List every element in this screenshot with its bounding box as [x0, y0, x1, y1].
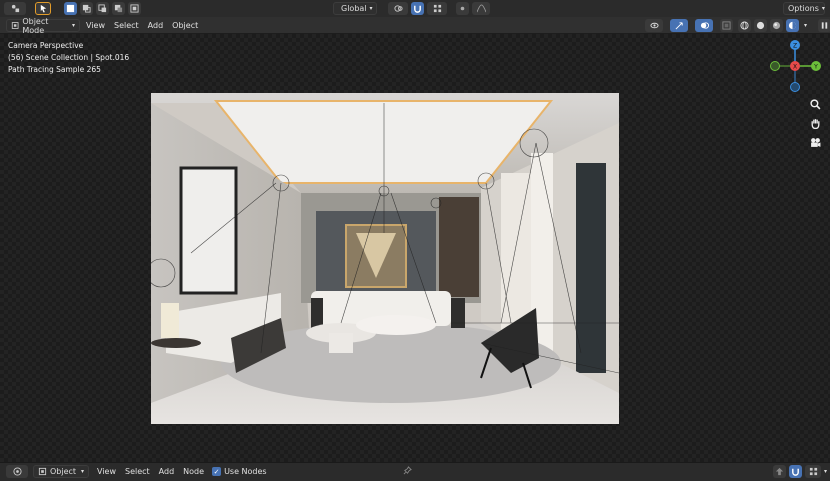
- chevron-down-icon: ▾: [80, 468, 84, 475]
- svg-text:X: X: [793, 64, 797, 71]
- eye-icon: [649, 22, 659, 29]
- mode-extend-selection[interactable]: [80, 2, 93, 15]
- use-nodes-checkbox[interactable]: ✓ Use Nodes: [212, 467, 267, 476]
- menu-add[interactable]: Add: [145, 21, 167, 30]
- menu-view[interactable]: View: [83, 21, 108, 30]
- material-sphere-icon: [772, 21, 781, 30]
- object-mode-icon: [11, 22, 19, 29]
- pivot-icon: [393, 5, 403, 12]
- solid-sphere-icon: [756, 21, 765, 30]
- shading-material[interactable]: [770, 19, 783, 32]
- camera-view-button[interactable]: [806, 133, 824, 151]
- menu-add[interactable]: Add: [156, 467, 178, 476]
- select-tool-button[interactable]: [35, 2, 51, 15]
- snap-toggle[interactable]: [411, 2, 424, 15]
- pause-render-button[interactable]: [818, 19, 830, 32]
- chevron-down-icon[interactable]: ▾: [824, 468, 827, 475]
- editor-type-button[interactable]: [4, 2, 26, 15]
- proportional-edit-button[interactable]: [456, 2, 469, 15]
- viewport-header: Object Mode ▾ View Select Add Object ▾: [0, 16, 830, 35]
- menu-select[interactable]: Select: [111, 21, 142, 30]
- gizmo-arrows-icon: [675, 22, 683, 30]
- grid-snap-icon: [433, 4, 441, 13]
- overlays-icon: [700, 22, 709, 29]
- mode-intersect-selection[interactable]: [128, 2, 141, 15]
- chevron-down-icon: ▾: [821, 5, 825, 12]
- pivot-point-button[interactable]: [388, 2, 408, 15]
- chevron-down-icon: ▾: [71, 22, 75, 29]
- camera-render-view: [151, 93, 619, 424]
- pin-icon[interactable]: [403, 466, 412, 475]
- overlays-toggle[interactable]: [695, 19, 713, 32]
- shading-rendered[interactable]: [786, 19, 799, 32]
- transform-orientation-dropdown[interactable]: Global ▾: [333, 2, 377, 15]
- subtract-icon: [98, 4, 107, 13]
- mode-label: Object Mode: [22, 16, 49, 35]
- editor-type-icon: [11, 4, 19, 13]
- falloff-button[interactable]: [472, 2, 490, 15]
- options-label: Options: [788, 4, 819, 13]
- parent-node-tree-button[interactable]: [773, 465, 786, 478]
- render-sample-text: Path Tracing Sample 265: [8, 65, 101, 74]
- neg-z-axis-handle[interactable]: [790, 82, 800, 92]
- grid-snap-icon: [809, 467, 817, 476]
- snap-toggle[interactable]: [789, 465, 802, 478]
- rendered-sphere-icon: [788, 21, 797, 30]
- zoom-view-button[interactable]: [806, 95, 824, 113]
- chevron-down-icon[interactable]: ▾: [804, 22, 807, 29]
- gizmo-toggle[interactable]: [670, 19, 688, 32]
- view-name-text: Camera Perspective: [8, 41, 84, 50]
- square-icon: [66, 4, 75, 13]
- dot-icon: [460, 6, 465, 11]
- mode-dropdown[interactable]: Object Mode ▾: [6, 16, 80, 35]
- shading-solid[interactable]: [754, 19, 767, 32]
- mode-subtract-selection[interactable]: [96, 2, 109, 15]
- editor-type-button[interactable]: [6, 465, 28, 478]
- orientation-label: Global: [341, 4, 367, 13]
- object-icon: [38, 467, 47, 476]
- snap-target-button[interactable]: [427, 2, 447, 15]
- camera-icon: [810, 137, 820, 147]
- extend-icon: [82, 4, 91, 13]
- tool-settings-bar: Global ▾ Options ▾: [0, 0, 830, 18]
- mode-invert-selection[interactable]: [112, 2, 125, 15]
- xray-toggle[interactable]: [720, 19, 733, 32]
- pause-icon: [821, 22, 828, 29]
- arrow-up-icon: [775, 467, 784, 476]
- hand-icon: [811, 118, 819, 129]
- menu-view[interactable]: View: [94, 467, 119, 476]
- magnet-icon: [414, 5, 421, 13]
- use-nodes-label: Use Nodes: [224, 467, 267, 476]
- mode-new-selection[interactable]: [64, 2, 77, 15]
- neg-y-axis-handle[interactable]: [770, 61, 780, 71]
- xray-icon: [722, 21, 731, 30]
- pan-view-button[interactable]: [806, 114, 824, 132]
- falloff-curve-icon: [476, 4, 486, 13]
- intersect-icon: [130, 4, 139, 13]
- viewport-info-overlay: Camera Perspective (56) Scene Collection…: [8, 40, 129, 76]
- checkbox-checked-icon: ✓: [212, 467, 222, 476]
- menu-select[interactable]: Select: [122, 467, 153, 476]
- rendered-interior-image: [151, 93, 619, 424]
- active-object-text: (56) Scene Collection | Spot.016: [8, 53, 130, 62]
- zoom-icon: [809, 98, 820, 109]
- visibility-button[interactable]: [645, 19, 663, 32]
- menu-object[interactable]: Object: [169, 21, 201, 30]
- invert-icon: [114, 4, 123, 13]
- shading-wireframe[interactable]: [738, 19, 751, 32]
- shader-type-dropdown[interactable]: Object ▾: [33, 465, 89, 478]
- svg-text:Z: Z: [793, 43, 797, 50]
- node-editor-icon: [12, 467, 22, 476]
- node-editor-header: Object ▾ View Select Add Node ✓ Use Node…: [0, 462, 830, 481]
- menu-node[interactable]: Node: [180, 467, 207, 476]
- chevron-down-icon: ▾: [369, 5, 373, 12]
- magnet-icon: [792, 468, 799, 476]
- shader-type-label: Object: [50, 467, 77, 476]
- snap-mode-button[interactable]: [805, 465, 821, 478]
- cursor-icon: [40, 4, 46, 13]
- svg-text:Y: Y: [813, 64, 818, 71]
- navigation-gizmo[interactable]: Z Y X: [768, 38, 824, 94]
- wireframe-sphere-icon: [740, 21, 749, 30]
- options-dropdown[interactable]: Options ▾: [783, 2, 825, 15]
